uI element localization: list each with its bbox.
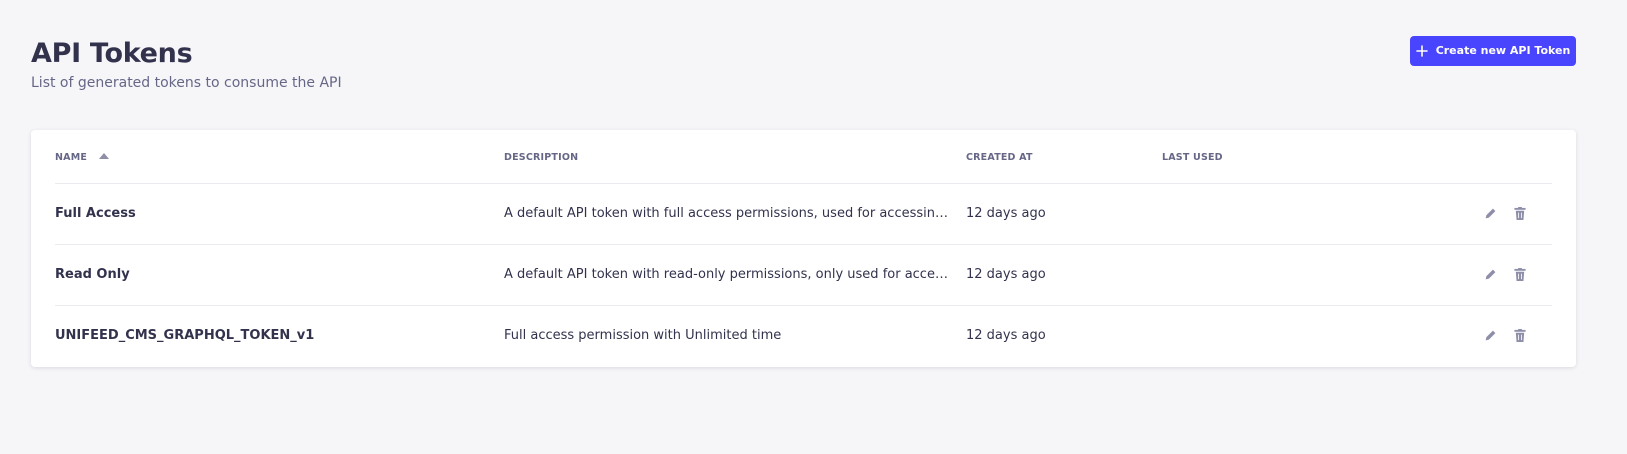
token-last-used: [1162, 183, 1362, 245]
column-header-actions: [1362, 130, 1552, 184]
row-actions: [1362, 305, 1552, 366]
trash-icon[interactable]: [1512, 328, 1528, 344]
column-header-label: NAME: [55, 152, 88, 164]
page-subtitle: List of generated tokens to consume the …: [31, 75, 342, 91]
pencil-icon[interactable]: [1482, 328, 1498, 344]
tokens-table: NAME DESCRIPTION CREATED AT LAST USED Fu…: [55, 130, 1552, 366]
create-api-token-button[interactable]: Create new API Token: [1410, 36, 1576, 66]
trash-icon[interactable]: [1512, 267, 1528, 283]
api-tokens-page: API Tokens List of generated tokens to c…: [0, 0, 1627, 454]
create-api-token-label: Create new API Token: [1435, 44, 1571, 57]
token-name: UNIFEED_CMS_GRAPHQL_TOKEN_v1: [55, 328, 315, 344]
row-actions: [1362, 183, 1552, 245]
token-last-used: [1162, 305, 1362, 366]
table-header-row: NAME DESCRIPTION CREATED AT LAST USED: [55, 130, 1552, 184]
tokens-table-card: NAME DESCRIPTION CREATED AT LAST USED Fu…: [31, 130, 1576, 367]
token-last-used: [1162, 244, 1362, 306]
row-actions: [1362, 244, 1552, 306]
page-title: API Tokens: [31, 38, 193, 69]
token-created-at: 12 days ago: [966, 183, 1162, 245]
table-row[interactable]: Read Only A default API token with read-…: [55, 244, 1552, 306]
column-header-last-used: LAST USED: [1162, 130, 1362, 184]
token-created-at: 12 days ago: [966, 244, 1162, 306]
column-header-created-at: CREATED AT: [966, 130, 1162, 184]
page-header: API Tokens List of generated tokens to c…: [31, 36, 342, 93]
sort-up-icon[interactable]: [99, 153, 110, 160]
token-description: A default API token with read-only permi…: [504, 244, 966, 306]
token-created-at: 12 days ago: [966, 328, 1046, 344]
pencil-icon[interactable]: [1482, 206, 1498, 222]
token-name: Read Only: [55, 244, 504, 306]
column-header-label: DESCRIPTION: [504, 152, 579, 164]
table-row[interactable]: UNIFEED_CMS_GRAPHQL_TOKEN_v1 Full access…: [55, 305, 1552, 366]
column-header-name[interactable]: NAME: [55, 130, 504, 184]
plus-icon: [1415, 45, 1428, 57]
column-header-label: LAST USED: [1162, 152, 1223, 164]
token-description: A default API token with full access per…: [504, 183, 966, 245]
pencil-icon[interactable]: [1482, 267, 1498, 283]
token-description: Full access permission with Unlimited ti…: [504, 328, 782, 344]
column-header-description: DESCRIPTION: [504, 130, 966, 184]
trash-icon[interactable]: [1512, 206, 1528, 222]
table-row[interactable]: Full Access A default API token with ful…: [55, 183, 1552, 245]
column-header-label: CREATED AT: [966, 152, 1033, 164]
token-name: Full Access: [55, 183, 504, 245]
